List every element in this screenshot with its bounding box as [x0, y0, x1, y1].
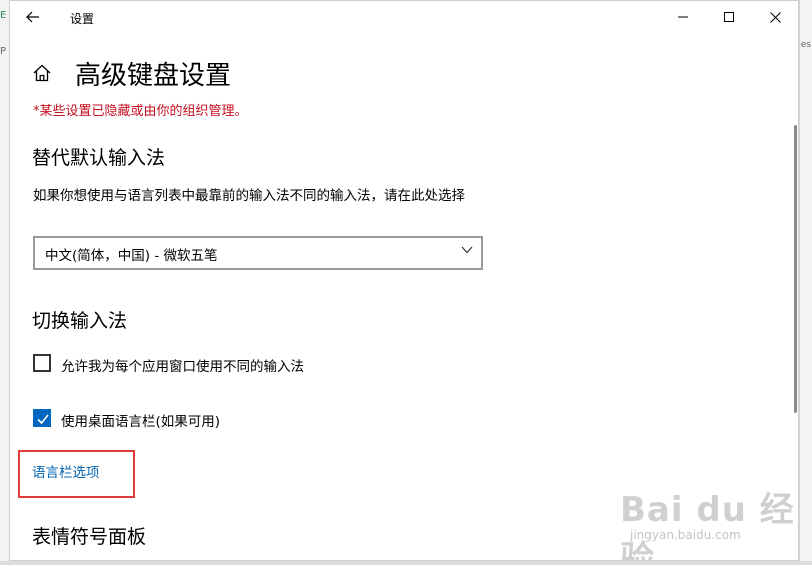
background-glyph: es: [800, 40, 811, 50]
override-input-heading: 替代默认输入法: [32, 147, 166, 169]
window-title: 设置: [70, 12, 95, 26]
background-window-right: es: [799, 0, 812, 565]
chevron-down-icon: [461, 246, 473, 254]
close-button[interactable]: [752, 1, 798, 33]
background-taskbar-edge: [0, 561, 812, 565]
page-title: 高级键盘设置: [75, 61, 232, 91]
desktop-language-bar-checkbox[interactable]: [33, 409, 51, 427]
baidu-watermark: Bai du 经验 jingyan.baidu.com: [610, 476, 795, 560]
watermark-url: jingyan.baidu.com: [630, 528, 741, 542]
minimize-icon: [678, 16, 688, 18]
background-glyph: E: [0, 10, 7, 21]
checkmark-icon: [37, 414, 49, 425]
minimize-button[interactable]: [660, 1, 706, 33]
back-button[interactable]: [18, 3, 48, 31]
back-arrow-icon: [26, 11, 39, 23]
default-input-method-dropdown[interactable]: 中文(简体，中国) - 微软五笔: [33, 236, 483, 270]
background-glyph: P: [0, 46, 7, 57]
scrollbar[interactable]: [794, 125, 798, 413]
home-icon[interactable]: [32, 63, 52, 83]
managed-settings-notice: *某些设置已隐藏或由你的组织管理。: [33, 104, 248, 119]
checkbox-label: 允许我为每个应用窗口使用不同的输入法: [61, 359, 304, 375]
settings-window: 设置 高级键盘设置 *某些设置已隐藏或由你的组织管理。 替代默认输入法 如果你想…: [9, 0, 799, 561]
maximize-icon: [724, 12, 734, 22]
maximize-button[interactable]: [706, 1, 752, 33]
dropdown-selected-value: 中文(简体，中国) - 微软五笔: [45, 248, 218, 264]
per-app-input-checkbox[interactable]: [33, 354, 51, 372]
scrollbar-thumb[interactable]: [794, 125, 797, 413]
close-icon: [769, 11, 781, 23]
checkbox-label: 使用桌面语言栏(如果可用): [61, 414, 221, 430]
watermark-logo: Bai du 经验: [620, 490, 795, 561]
language-bar-options-link[interactable]: 语言栏选项: [32, 461, 100, 481]
title-bar: 设置: [10, 1, 798, 33]
override-input-description: 如果你想使用与语言列表中最靠前的输入法不同的输入法，请在此处选择: [33, 188, 465, 204]
switch-input-heading: 切换输入法: [32, 310, 128, 332]
emoji-panel-heading: 表情符号面板: [32, 526, 147, 548]
